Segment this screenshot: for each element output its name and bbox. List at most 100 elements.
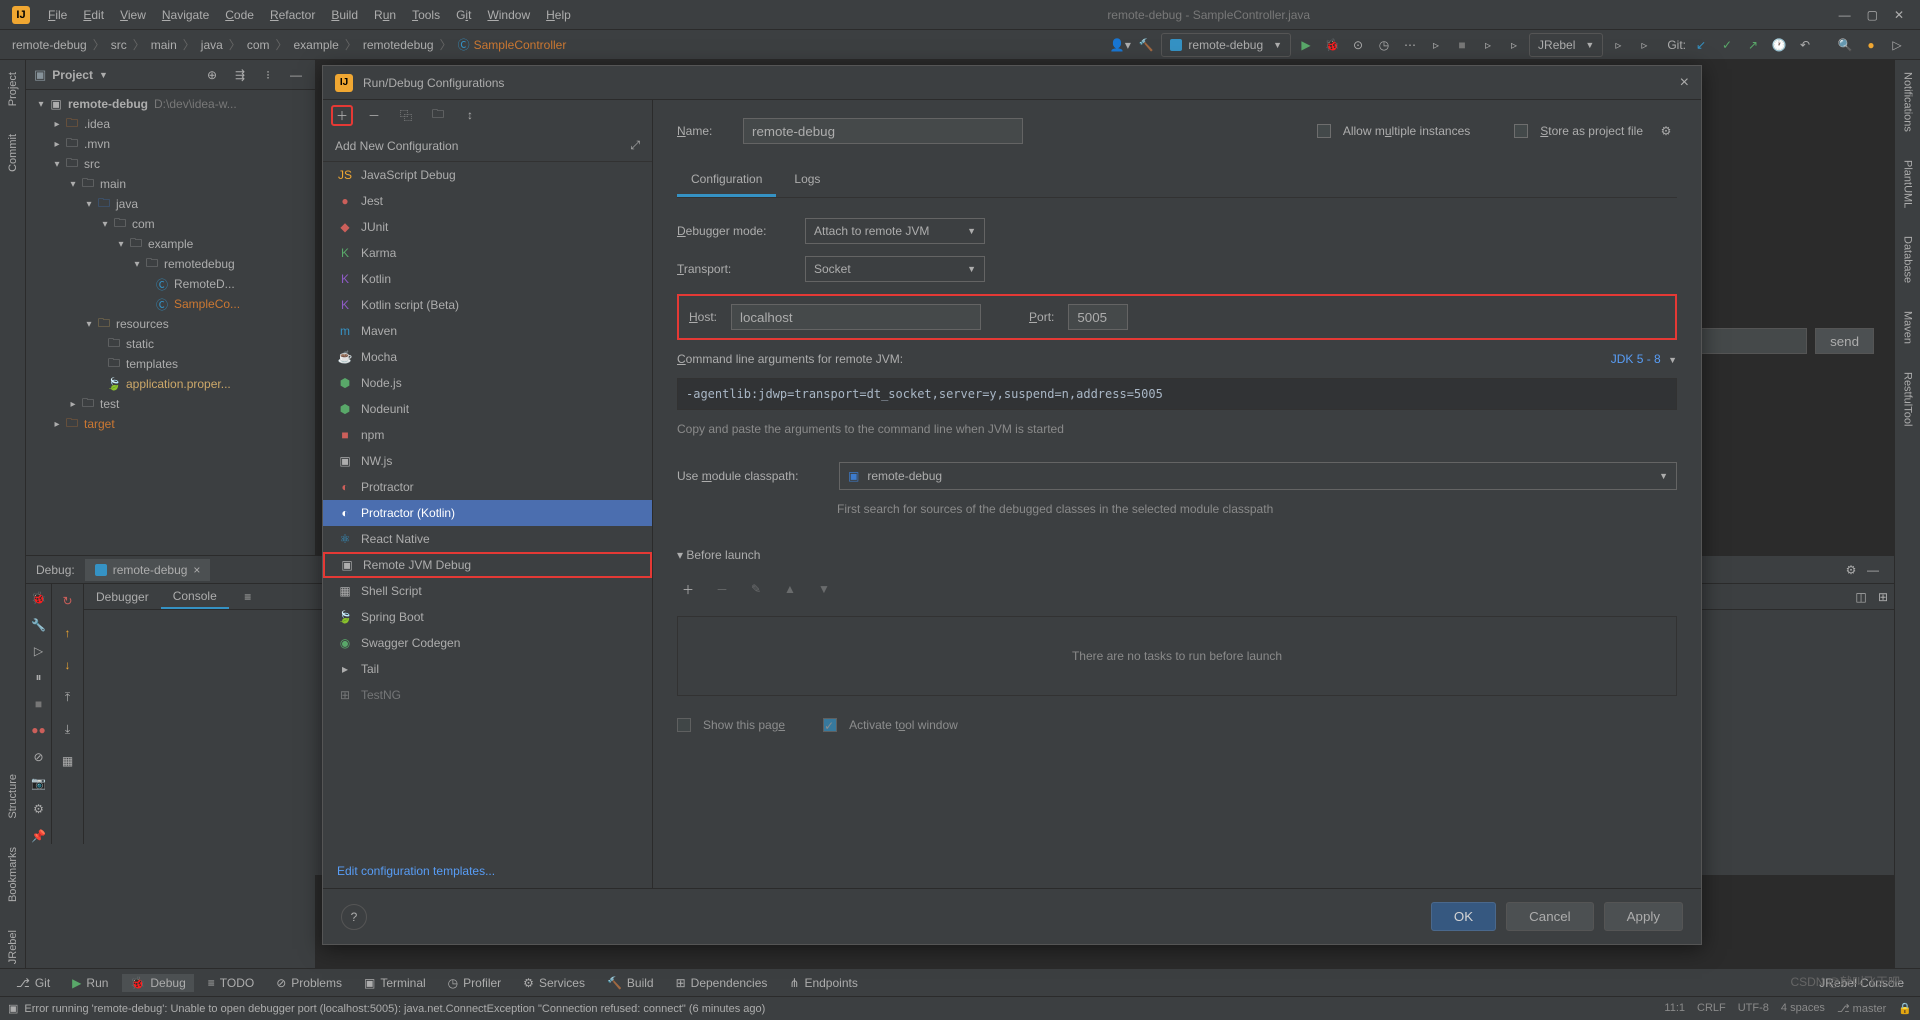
layout-icon[interactable]: ◫ — [1850, 586, 1872, 608]
rerun-icon[interactable]: 🐞 — [28, 590, 50, 606]
cfg-testng[interactable]: ⊞TestNG — [323, 682, 652, 708]
add-task-button[interactable]: ＋ — [677, 578, 699, 600]
gutter-maven[interactable]: Maven — [1902, 307, 1914, 348]
cfg-maven[interactable]: mMaven — [323, 318, 652, 344]
debug-config-tab[interactable]: remote-debug × — [85, 559, 211, 581]
user-icon[interactable]: 👤▾ — [1109, 34, 1131, 56]
bb-git[interactable]: ⎇Git — [8, 974, 58, 992]
edit-task-button[interactable]: ✎ — [745, 578, 767, 600]
cfg-protractor-kotlin[interactable]: ◐Protractor (Kotlin) — [323, 500, 652, 526]
step-out-icon[interactable]: ⤒ — [57, 686, 79, 708]
show-page-checkbox[interactable] — [677, 718, 691, 732]
jrebel-icon1[interactable]: ▹ — [1607, 34, 1629, 56]
git-update-icon[interactable]: ↙ — [1690, 34, 1712, 56]
target-icon[interactable]: ⊕ — [201, 64, 223, 86]
jrebel-icon2[interactable]: ▹ — [1633, 34, 1655, 56]
status-cursor[interactable]: 11:1 — [1664, 1002, 1685, 1015]
remove-config-button[interactable]: － — [363, 104, 385, 126]
tab-configuration[interactable]: Configuration — [677, 164, 776, 197]
bb-problems[interactable]: ⊘Problems — [268, 974, 350, 992]
profile-button[interactable]: ◷ — [1373, 34, 1395, 56]
run-config-selector[interactable]: remote-debug ▼ — [1161, 33, 1291, 57]
cfg-jest[interactable]: ●Jest — [323, 188, 652, 214]
tab-debugger[interactable]: Debugger — [84, 586, 161, 608]
close-icon[interactable]: × — [1680, 74, 1689, 92]
folder-button[interactable]: 🗀 — [427, 104, 449, 126]
mute-icon[interactable]: ⊘ — [28, 748, 50, 764]
menu-file[interactable]: File — [40, 4, 75, 26]
gutter-commit[interactable]: Commit — [7, 130, 19, 176]
bb-services[interactable]: ⚙Services — [515, 974, 593, 992]
menu-git[interactable]: Git — [448, 4, 479, 26]
host-input[interactable] — [731, 304, 981, 330]
bc-example[interactable]: example — [294, 38, 339, 52]
apply-button[interactable]: Apply — [1604, 902, 1683, 931]
step-over-icon[interactable]: ↓ — [57, 654, 79, 676]
up-task-button[interactable]: ▲ — [779, 578, 801, 600]
maximize-icon[interactable]: ▢ — [1867, 8, 1878, 22]
gutter-restfultool[interactable]: RestfulTool — [1902, 368, 1914, 430]
gutter-database[interactable]: Database — [1902, 232, 1914, 287]
hide-icon[interactable]: — — [1862, 559, 1884, 581]
ok-button[interactable]: OK — [1431, 902, 1496, 931]
menu-tools[interactable]: Tools — [404, 4, 448, 26]
gutter-bookmarks[interactable]: Bookmarks — [7, 843, 19, 906]
module-classpath-combo[interactable]: ▣remote-debug ▼ — [839, 462, 1677, 490]
cfg-javascript-debug[interactable]: JSJavaScript Debug — [323, 162, 652, 188]
gear-icon[interactable]: ⚙ — [28, 801, 50, 817]
pin-icon[interactable]: 📌 — [28, 828, 50, 844]
sort-button[interactable]: ↕ — [459, 104, 481, 126]
bb-endpoints[interactable]: ⋔Endpoints — [781, 974, 865, 992]
gutter-notifications[interactable]: Notifications — [1902, 68, 1914, 136]
chevron-down-icon[interactable]: ▼ — [99, 70, 108, 80]
search-icon[interactable]: 🔍 — [1834, 34, 1856, 56]
cfg-swagger[interactable]: ◉Swagger Codegen — [323, 630, 652, 656]
bc-java[interactable]: java — [201, 38, 223, 52]
bb-terminal[interactable]: ▣Terminal — [356, 974, 434, 992]
minimize-icon[interactable]: — — [1839, 8, 1851, 22]
bc-com[interactable]: com — [247, 38, 270, 52]
run-button[interactable]: ▶ — [1295, 34, 1317, 56]
more3-button[interactable]: ▹ — [1503, 34, 1525, 56]
bb-todo[interactable]: ≡TODO — [200, 974, 262, 992]
cfg-nodejs[interactable]: ⬢Node.js — [323, 370, 652, 396]
attach-button[interactable]: ⋯ — [1399, 34, 1421, 56]
hide-icon[interactable]: — — [285, 64, 307, 86]
more2-button[interactable]: ▹ — [1477, 34, 1499, 56]
jrebel-selector[interactable]: JRebel ▼ — [1529, 33, 1603, 57]
status-encoding[interactable]: UTF-8 — [1738, 1002, 1769, 1015]
cfg-nodeunit[interactable]: ⬢Nodeunit — [323, 396, 652, 422]
store-project-checkbox[interactable] — [1514, 124, 1528, 138]
cfg-tail[interactable]: ▸Tail — [323, 656, 652, 682]
gutter-jrebel[interactable]: JRebel — [7, 926, 19, 968]
before-launch-toggle[interactable]: ▾ Before launch — [677, 548, 760, 562]
bb-jrebel-console[interactable]: JRebel Console — [1811, 974, 1912, 992]
breakpoints-icon[interactable]: ●● — [28, 722, 50, 738]
gutter-plantuml[interactable]: PlantUML — [1902, 156, 1914, 212]
camera-icon[interactable]: 📷 — [28, 775, 50, 791]
menu-run[interactable]: Run — [366, 4, 404, 26]
filter-icon[interactable]: ≡ — [237, 586, 259, 608]
cfg-mocha[interactable]: ☕Mocha — [323, 344, 652, 370]
debug-button[interactable]: 🐞 — [1321, 34, 1343, 56]
menu-code[interactable]: Code — [217, 4, 262, 26]
hammer-icon[interactable]: 🔨 — [1135, 34, 1157, 56]
lock-icon[interactable]: 🔒 — [1898, 1002, 1912, 1015]
stop-icon[interactable]: ■ — [28, 696, 50, 712]
gear-icon[interactable]: ⚙ — [1840, 559, 1862, 581]
bc-project[interactable]: remote-debug — [12, 38, 87, 52]
git-commit-icon[interactable]: ✓ — [1716, 34, 1738, 56]
bc-remotedebug[interactable]: remotedebug — [363, 38, 434, 52]
more1-button[interactable]: ▹ — [1425, 34, 1447, 56]
cfg-kotlin[interactable]: KKotlin — [323, 266, 652, 292]
menu-refactor[interactable]: Refactor — [262, 4, 323, 26]
cfg-protractor[interactable]: ◐Protractor — [323, 474, 652, 500]
stop-button[interactable]: ■ — [1451, 34, 1473, 56]
pause-icon[interactable]: ⏸ — [28, 669, 50, 685]
bc-main[interactable]: main — [151, 38, 177, 52]
edit-templates-link[interactable]: Edit configuration templates... — [323, 854, 652, 888]
menu-edit[interactable]: Edit — [75, 4, 112, 26]
menu-window[interactable]: Window — [479, 4, 538, 26]
config-name-input[interactable] — [743, 118, 1023, 144]
debugger-mode-combo[interactable]: Attach to remote JVM ▼ — [805, 218, 985, 244]
